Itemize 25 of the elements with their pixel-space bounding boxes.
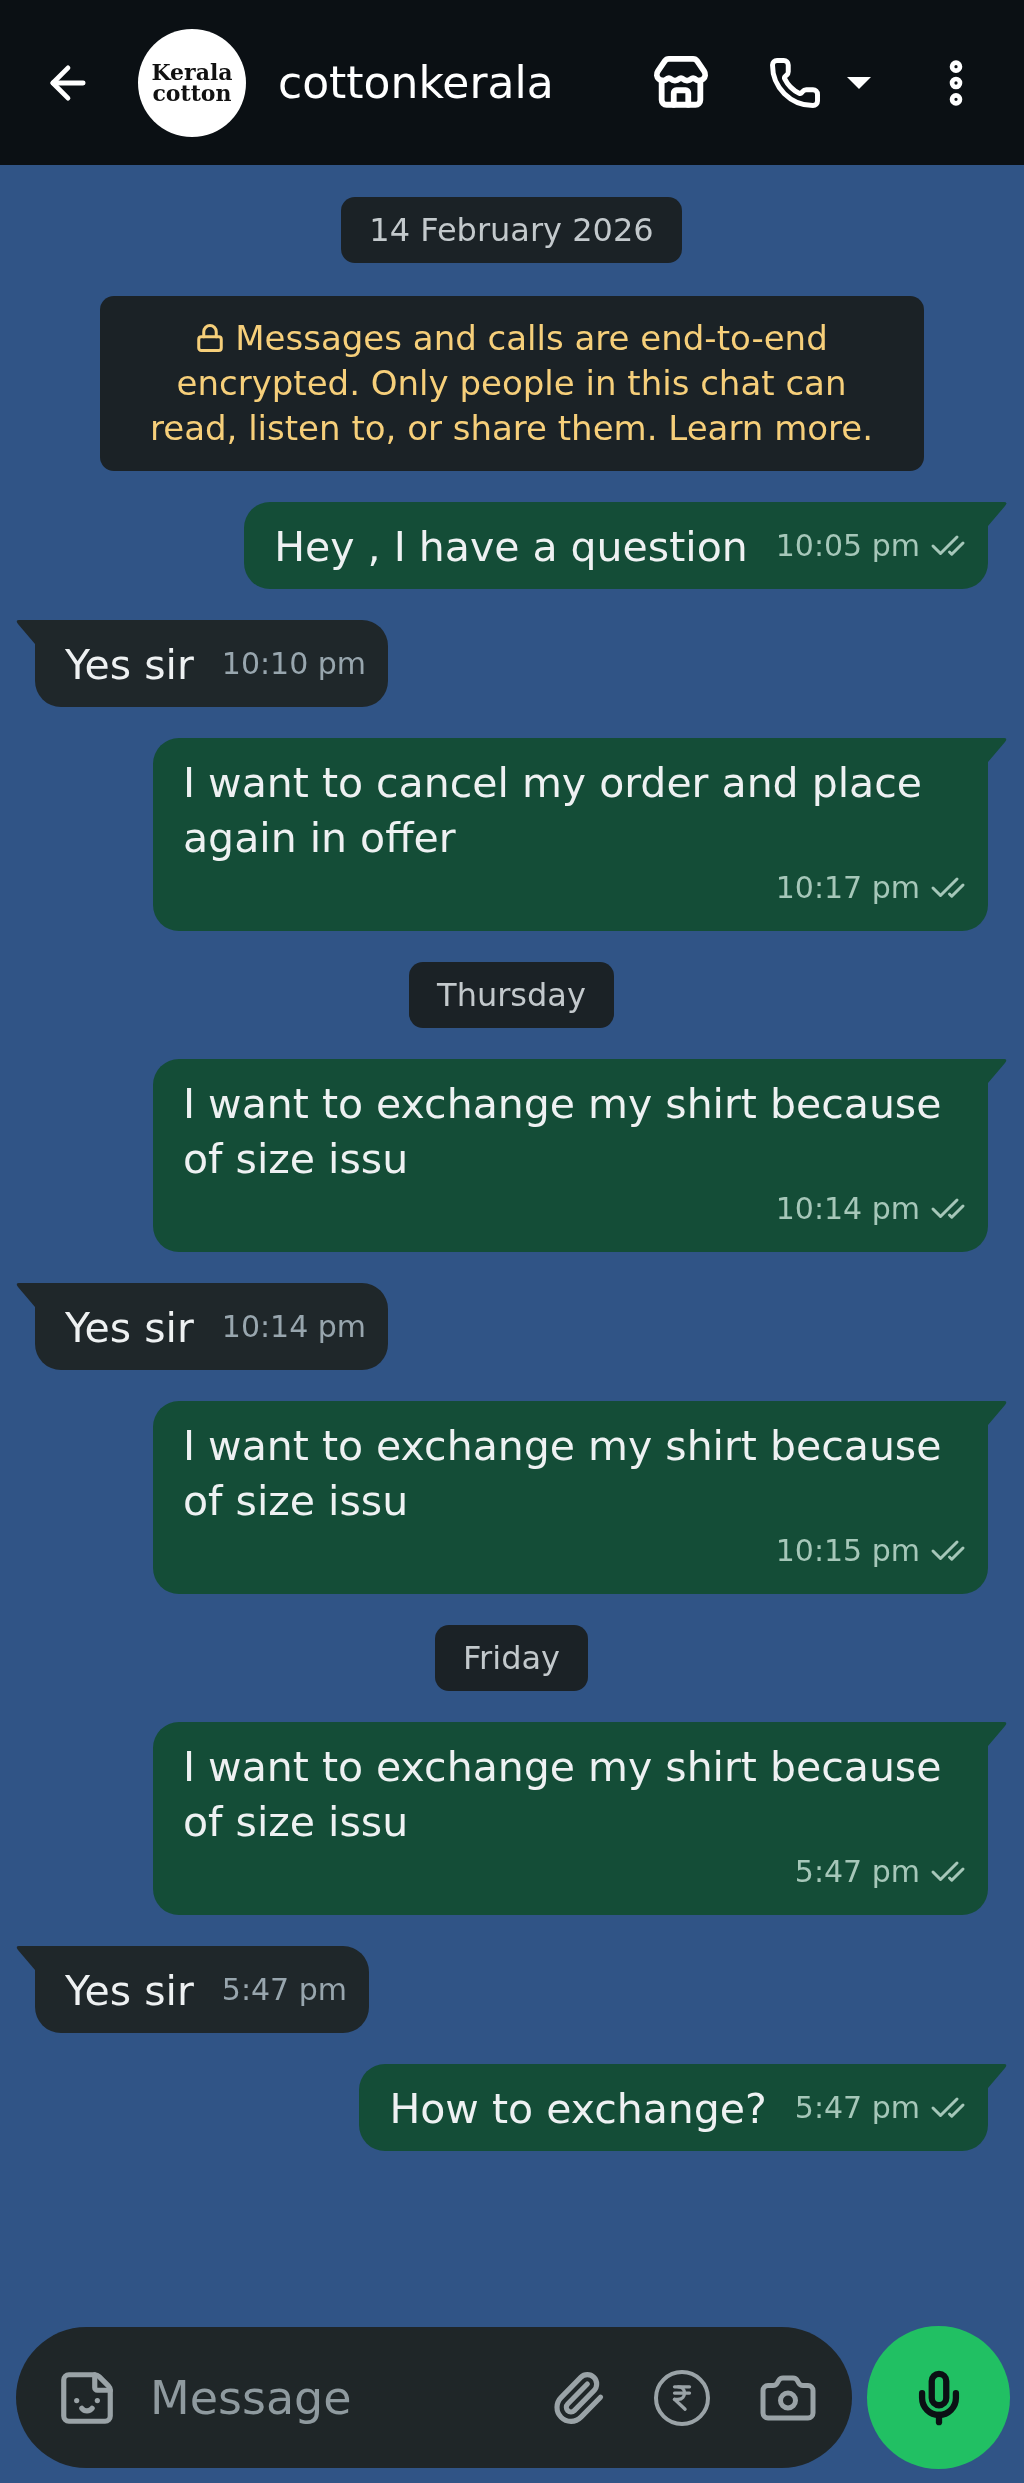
message-time: 10:14 pm <box>775 1190 920 1228</box>
message-text: Hey , I have a question <box>274 522 748 573</box>
message-time: 10:05 pm <box>775 527 920 565</box>
message-time: 10:15 pm <box>775 1532 920 1570</box>
message-text: How to exchange? <box>389 2084 767 2135</box>
message-time: 10:17 pm <box>775 869 920 907</box>
date-label: Thursday <box>409 962 614 1028</box>
message-text: I want to exchange my shirt because of size issu <box>183 1421 943 1527</box>
contact-name[interactable]: cottonkerala <box>278 57 652 108</box>
message-text: I want to cancel my order and place again in offer <box>183 758 923 864</box>
message-input[interactable]: Message <box>148 2369 520 2426</box>
message-time: 5:47 pm <box>221 1971 347 2009</box>
date-label: 14 February 2026 <box>341 197 682 263</box>
avatar-logo[interactable]: Kerala cotton <box>138 28 246 137</box>
encryption-notice: Messages and calls are end-to-end encrypted. Only people in this chat can read, listen to, or share them. Learn more. <box>99 296 924 471</box>
message-text: Yes sir <box>65 1303 194 1354</box>
message-time: 5:47 pm <box>794 2089 920 2127</box>
message-time: 5:47 pm <box>794 1853 920 1891</box>
message-time: 10:10 pm <box>221 645 367 683</box>
message-text: I want to exchange my shirt because of size issu <box>183 1742 943 1848</box>
message-time: 10:14 pm <box>221 1308 367 1346</box>
message-text: Yes sir <box>65 1966 194 2017</box>
message-text: Yes sir <box>65 640 194 691</box>
date-label: Friday <box>435 1625 588 1691</box>
message-text: I want to exchange my shirt because of size issu <box>183 1079 943 1185</box>
